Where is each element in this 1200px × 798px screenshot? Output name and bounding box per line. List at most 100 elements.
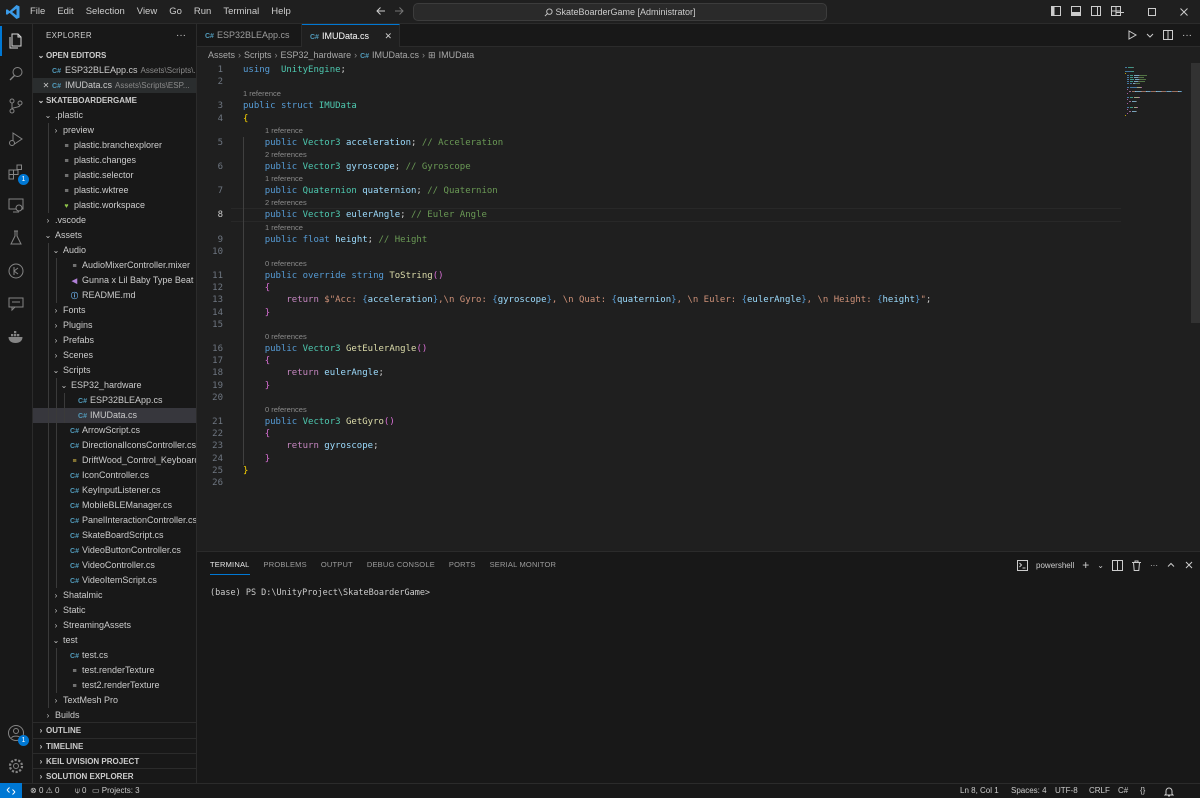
tab-esp32bleapp[interactable]: C# ESP32BLEApp.cs — [197, 24, 302, 47]
code-line[interactable]: { — [243, 355, 270, 367]
tree-item[interactable]: C# ArrowScript.cs — [33, 423, 196, 438]
tree-item[interactable]: ⌄ Audio — [33, 243, 196, 258]
codelens-references[interactable]: 1 reference — [265, 223, 303, 233]
codelens-references[interactable]: 2 references — [265, 198, 307, 208]
encoding[interactable]: UTF-8 — [1055, 784, 1078, 798]
search-icon[interactable] — [5, 63, 27, 85]
more-actions-icon[interactable]: ··· — [1182, 30, 1192, 41]
tree-item[interactable]: ≡ plastic.branchexplorer — [33, 138, 196, 153]
language-mode[interactable]: C# — [1118, 784, 1128, 798]
projects-indicator[interactable]: ▭ Projects: 3 — [92, 784, 140, 798]
tree-item[interactable]: › Fonts — [33, 303, 196, 318]
remote-indicator-icon[interactable] — [0, 783, 22, 798]
toggle-primary-sidebar-icon[interactable] — [1050, 5, 1062, 17]
more-actions-icon[interactable]: ··· — [176, 30, 186, 41]
open-editor-item[interactable]: C# ESP32BLEApp.cs Assets\Scripts\... — [33, 63, 196, 78]
tree-item[interactable]: › Builds — [33, 708, 196, 723]
panel-tab-problems[interactable]: PROBLEMS — [257, 552, 314, 578]
tree-item[interactable]: C# DirectionalIconsController.cs — [33, 438, 196, 453]
tree-item[interactable]: C# SkateBoardScript.cs — [33, 528, 196, 543]
tree-item[interactable]: › Plugins — [33, 318, 196, 333]
section-solution-explorer[interactable]: › SOLUTION EXPLORER — [33, 768, 196, 783]
close-icon[interactable] — [1184, 560, 1194, 570]
menu-item-file[interactable]: File — [24, 0, 51, 24]
remote-explorer-icon[interactable] — [5, 194, 27, 216]
tree-item[interactable]: ◀ Gunna x Lil Baby Type Beat MP... — [33, 273, 196, 288]
tree-item[interactable]: ⌄ ESP32_hardware — [33, 378, 196, 393]
menu-item-selection[interactable]: Selection — [80, 0, 131, 24]
code-editor[interactable]: 1 2 3 4 5 6 7 8 9 10 11 12 13 14 15 16 17 18 19 20 21 22 23 24 2… — [197, 63, 1200, 551]
run-debug-icon[interactable] — [5, 128, 27, 150]
breadcrumb-item[interactable]: Scripts — [244, 50, 272, 60]
code-line[interactable]: public Quaternion quaternion; // Quatern… — [243, 185, 498, 197]
arrow-right-icon[interactable] — [393, 5, 405, 17]
command-center[interactable]: SkateBoarderGame [Administrator] — [413, 3, 827, 21]
new-terminal-icon[interactable]: + — [1082, 558, 1089, 572]
tree-item[interactable]: ⌄ Assets — [33, 228, 196, 243]
project-header[interactable]: ⌄ SKATEBOARDERGAME — [33, 93, 196, 108]
end-of-line[interactable]: CRLF — [1089, 784, 1110, 798]
source-control-icon[interactable] — [5, 95, 27, 117]
tree-item[interactable]: C# VideoController.cs — [33, 558, 196, 573]
panel-tab-terminal[interactable]: TERMINAL — [203, 552, 257, 578]
trash-icon[interactable] — [1131, 560, 1142, 571]
code-line[interactable]: } — [243, 453, 270, 465]
explorer-icon[interactable] — [0, 26, 27, 56]
menu-item-view[interactable]: View — [131, 0, 163, 24]
tree-item[interactable]: ≡ test2.renderTexture — [33, 678, 196, 693]
panel-tab-ports[interactable]: PORTS — [442, 552, 483, 578]
tree-item[interactable]: ≡ plastic.selector — [33, 168, 196, 183]
toggle-secondary-sidebar-icon[interactable] — [1090, 5, 1102, 17]
problems-indicator[interactable]: ⊗ 0 ⚠ 0 — [30, 784, 59, 798]
code-line[interactable]: { — [243, 428, 270, 440]
code-line[interactable]: } — [243, 380, 270, 392]
indentation[interactable]: Spaces: 4 — [1011, 784, 1047, 798]
open-editor-item[interactable]: ✕ C# IMUData.cs Assets\Scripts\ESP... — [33, 78, 196, 93]
tree-item[interactable]: C# test.cs — [33, 648, 196, 663]
code-line[interactable]: public struct IMUData — [243, 100, 357, 112]
tree-item[interactable]: ⌄ .plastic — [33, 108, 196, 123]
code-line[interactable]: public Vector3 acceleration; // Accelera… — [243, 137, 503, 149]
tab-imudata[interactable]: C# IMUData.cs ✕ — [302, 24, 400, 47]
tree-item[interactable]: C# VideoItemScript.cs — [33, 573, 196, 588]
tree-item[interactable]: ≡ plastic.changes — [33, 153, 196, 168]
menu-item-help[interactable]: Help — [265, 0, 297, 24]
brackets-icon[interactable]: {} — [1140, 784, 1145, 798]
menu-item-edit[interactable]: Edit — [51, 0, 79, 24]
code-line[interactable]: public Vector3 gyroscope; // Gyroscope — [243, 161, 471, 173]
codelens-references[interactable]: 0 references — [265, 259, 307, 269]
chat-icon[interactable] — [5, 293, 27, 315]
tree-item[interactable]: ≡ DriftWood_Control_Keyboard.py — [33, 453, 196, 468]
tree-item[interactable]: ≡ AudioMixerController.mixer — [33, 258, 196, 273]
code-line[interactable]: } — [243, 465, 248, 477]
run-icon[interactable] — [1126, 29, 1138, 41]
panel-tab-serial-monitor[interactable]: SERIAL MONITOR — [483, 552, 564, 578]
breadcrumb-item[interactable]: IMUData.cs — [372, 50, 419, 60]
bell-icon[interactable] — [1164, 784, 1174, 797]
chevron-down-icon[interactable] — [1146, 29, 1154, 41]
close-icon[interactable] — [1168, 0, 1200, 24]
git-graph-icon[interactable] — [5, 260, 27, 282]
code-line[interactable]: public Vector3 GetEulerAngle() — [243, 343, 428, 355]
panel-tab-output[interactable]: OUTPUT — [314, 552, 360, 578]
tree-item[interactable]: C# IMUData.cs — [33, 408, 196, 423]
shell-name[interactable]: powershell — [1036, 561, 1074, 570]
tree-item[interactable]: › preview — [33, 123, 196, 138]
tree-item[interactable]: C# VideoButtonController.cs — [33, 543, 196, 558]
account-icon[interactable]: 1 — [5, 722, 29, 746]
close-icon[interactable]: ✕ — [41, 78, 51, 93]
code-line[interactable]: using UnityEngine; — [243, 64, 346, 76]
chevron-up-icon[interactable] — [1166, 560, 1176, 570]
codelens-references[interactable]: 0 references — [265, 405, 307, 415]
tree-item[interactable]: › StreamingAssets — [33, 618, 196, 633]
section-timeline[interactable]: › TIMELINE — [33, 738, 196, 753]
tree-item[interactable]: C# KeyInputListener.cs — [33, 483, 196, 498]
tree-item[interactable]: C# MobileBLEManager.cs — [33, 498, 196, 513]
tree-item[interactable]: C# PanelInteractionController.cs — [33, 513, 196, 528]
more-actions-icon[interactable]: ··· — [1150, 561, 1158, 570]
cursor-position[interactable]: Ln 8, Col 1 — [960, 784, 999, 798]
ports-indicator[interactable]: ⍦ 0 — [75, 784, 87, 798]
menu-item-run[interactable]: Run — [188, 0, 217, 24]
codelens-references[interactable]: 1 reference — [265, 126, 303, 136]
extensions-icon[interactable]: 1 — [5, 161, 29, 185]
